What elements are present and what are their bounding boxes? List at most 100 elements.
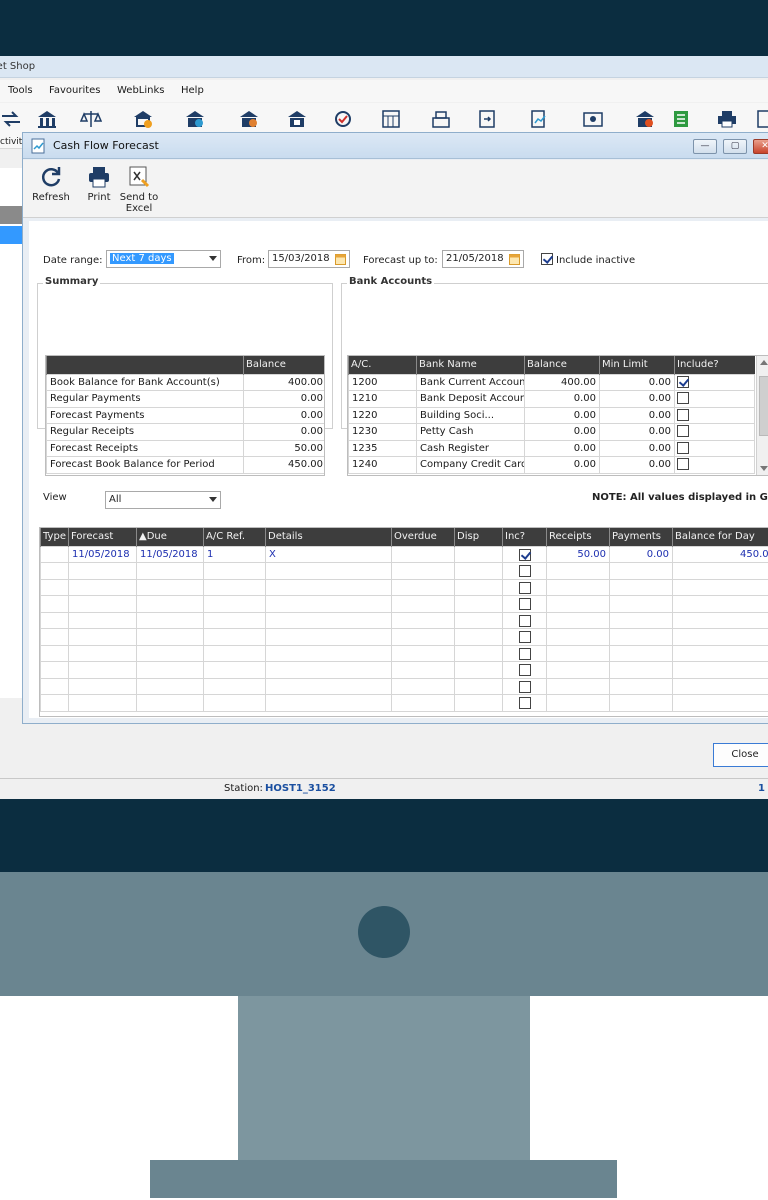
grid-inc-checkbox[interactable] [518,581,531,594]
bank-include-checkbox[interactable] [677,425,689,437]
table-row[interactable] [40,562,768,580]
bank-header-min-limit[interactable]: Min Limit [599,356,675,374]
dialog-titlebar: Cash Flow Forecast — ▢ ✕ [23,133,768,159]
grid-inc-checkbox[interactable] [518,565,531,577]
include-inactive-checkbox[interactable] [541,253,553,265]
grid-cell [546,562,610,580]
bank-header-name[interactable]: Bank Name [416,356,525,374]
activity-arrows-icon[interactable] [0,109,22,129]
grid-header-overdue[interactable]: Overdue [391,528,455,546]
bank-header-balance[interactable]: Balance [524,356,600,374]
table-row[interactable] [40,677,768,695]
user-card-icon[interactable] [582,109,604,129]
bank-header-include[interactable]: Include? [674,356,755,374]
grid-header-forecast[interactable]: Forecast [68,528,137,546]
grid-cell [609,562,673,580]
grid-inc-checkbox[interactable] [518,664,531,676]
grid-header-due[interactable]: ▲Due [136,528,204,546]
bank-row[interactable]: 1235 Cash Register 0.00 0.00 [348,439,755,457]
bank-accounts-scrollbar[interactable] [756,356,768,475]
status-right-value: 1 [758,783,765,794]
bank-row[interactable]: 1210 Bank Deposit Account 0.00 0.00 [348,390,755,408]
menu-tools[interactable]: Tools [8,80,33,102]
refresh-label: Refresh [32,192,70,203]
bank-payment-icon[interactable] [238,109,260,129]
maximize-button[interactable]: ▢ [723,139,747,154]
menu-weblinks[interactable]: WebLinks [117,80,165,102]
bank-transfer-icon[interactable] [132,109,154,129]
bank-statement-icon[interactable] [286,109,308,129]
close-button[interactable]: Close [713,743,768,767]
balance-scale-icon[interactable] [80,109,102,129]
print-button[interactable]: Print [83,164,115,203]
cash-register-icon[interactable] [430,109,452,129]
calendar-grid-icon[interactable] [380,109,402,129]
bank-include-cell [674,373,755,391]
bank-include-checkbox[interactable] [677,375,689,388]
grid-header-disp[interactable]: Disp [454,528,503,546]
grid-header-details[interactable]: Details [265,528,392,546]
menu-help[interactable]: Help [181,80,204,102]
date-range-select[interactable]: Next 7 days [106,250,221,268]
bank-include-checkbox[interactable] [677,458,689,470]
report-list-icon[interactable] [670,109,692,129]
table-row[interactable] [40,578,768,596]
print-icon[interactable] [716,109,738,129]
table-row[interactable] [40,595,768,613]
grid-inc-checkbox[interactable] [518,548,531,561]
table-row[interactable] [40,644,768,662]
grid-inc-checkbox[interactable] [518,697,531,709]
bank-ac: 1240 [348,456,417,474]
calendar-icon[interactable] [509,253,520,265]
grid-inc-checkbox[interactable] [518,647,531,660]
table-row[interactable] [40,611,768,629]
grid-inc-checkbox[interactable] [518,614,531,627]
grid-header-payments[interactable]: Payments [609,528,673,546]
bank-row[interactable]: 1200 Bank Current Account 400.00 0.00 [348,373,755,391]
bank-include-checkbox[interactable] [677,441,689,454]
calendar-icon[interactable] [335,253,346,265]
forecast-up-to-field[interactable]: 21/05/2018 [442,250,524,268]
window-close-button[interactable]: ✕ [753,139,768,154]
grid-cell [391,611,455,629]
summary-row: Forecast Book Balance for Period 450.00 [46,456,324,474]
minimize-button[interactable]: — [693,139,717,154]
bank-icon[interactable] [36,109,58,129]
table-row[interactable] [40,661,768,679]
grid-header-type[interactable]: Type [40,528,69,546]
grid-cell [265,644,392,662]
bank-row[interactable]: 1240 Company Credit Card 0.00 0.00 [348,456,755,474]
menu-favourites[interactable]: Favourites [49,80,101,102]
grid-inc-checkbox[interactable] [518,680,531,693]
bank-include-checkbox[interactable] [677,392,689,404]
document-chart-icon[interactable] [528,109,550,129]
bank-include-checkbox[interactable] [677,408,689,421]
bank-header-ac[interactable]: A/C. [348,356,417,374]
bank-row[interactable]: 1230 Petty Cash 0.00 0.00 [348,423,755,441]
table-row[interactable]: 11/05/2018 11/05/2018 1 X 50.00 0.00 450… [40,545,768,563]
from-date-field[interactable]: 15/03/2018 [268,250,350,268]
refresh-button[interactable]: Refresh [31,164,71,203]
grid-header-ac-ref[interactable]: A/C Ref. [203,528,266,546]
table-row[interactable] [40,628,768,646]
grid-inc-checkbox[interactable] [518,598,531,610]
bank-balance: 0.00 [524,390,600,408]
grid-header-inc[interactable]: Inc? [502,528,547,546]
scroll-up-icon[interactable] [760,360,768,365]
bank-alert-icon[interactable] [634,109,656,129]
bank-row[interactable]: 1220 Building Soci... 0.00 0.00 [348,406,755,424]
grid-header-balance-for-day[interactable]: Balance for Day [672,528,768,546]
grid-cell [609,578,673,596]
nav-selected-item[interactable] [0,226,24,244]
grid-header-receipts[interactable]: Receipts [546,528,610,546]
table-row[interactable] [40,694,768,712]
view-select[interactable]: All [105,491,221,509]
grid-inc-checkbox[interactable] [518,631,531,643]
transfer-door-icon[interactable] [476,109,498,129]
scroll-down-icon[interactable] [760,466,768,471]
bank-customer-icon[interactable] [184,109,206,129]
reconcile-icon[interactable] [332,109,354,129]
scrollbar-thumb[interactable] [759,376,768,436]
more-icon[interactable] [756,109,768,129]
send-to-excel-button[interactable]: Send to Excel [119,164,159,214]
